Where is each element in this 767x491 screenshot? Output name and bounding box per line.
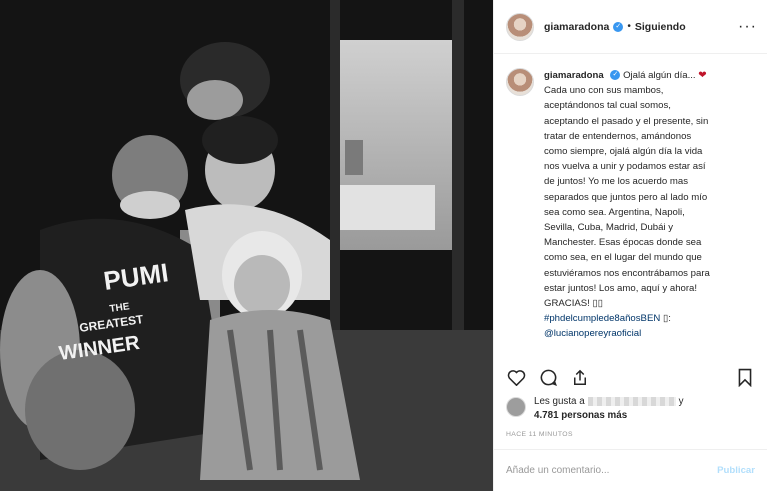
comment-box: Publicar	[494, 449, 767, 491]
caption-line: estar juntos! Los amo, aquí y ahora!	[544, 282, 698, 294]
follow-status-button[interactable]: Siguiendo	[635, 21, 686, 33]
likes-summary: Les gusta a y 4.781 personas más	[506, 395, 757, 423]
caption-line: como siempre, ojalá algún día la vida	[544, 146, 703, 158]
caption-line: Manchester. Esas épocas donde sea	[544, 237, 702, 249]
caption-line: aceptando el pasado y el presente, sin	[544, 115, 709, 127]
liker-avatar[interactable]	[506, 397, 526, 417]
caption-line: tratar de entendernos, amándonos	[544, 130, 692, 142]
likes-count[interactable]: 4.781	[534, 410, 559, 421]
heart-emoji-icon: ❤	[698, 70, 707, 81]
hashtag-link[interactable]: #phdelcumplede8añosBEN	[544, 313, 660, 324]
author-avatar[interactable]	[506, 12, 534, 41]
author-username[interactable]: giamaradona	[544, 21, 609, 33]
caption-line: Cada uno con sus mambos,	[544, 85, 664, 97]
caption-line: separados que juntos pero al lado mío	[544, 191, 708, 203]
caption-line: sea como sea. Argentina, Napoli,	[544, 206, 685, 218]
header-separator: •	[627, 21, 631, 32]
caption-line: aceptándonos tal cual somos,	[544, 100, 671, 112]
comment-input[interactable]	[506, 465, 718, 476]
post-header: giamaradona ✓ • Siguiendo ···	[494, 0, 767, 54]
caption-author-avatar[interactable]	[506, 68, 534, 96]
heart-outline-icon[interactable]	[506, 367, 526, 387]
caption-body: giamaradona ✓ Ojalá algún día... ❤ Cada …	[544, 68, 756, 342]
post-timestamp[interactable]: HACE 11 MINUTOS	[506, 431, 573, 438]
blurred-username[interactable]	[587, 396, 676, 406]
publish-button[interactable]: Publicar	[717, 465, 755, 476]
caption-line: Sevilla, Cuba, Madrid, Dubái y	[544, 222, 674, 234]
post-photo[interactable]: PUMI THE GREATEST WINNER	[0, 0, 493, 491]
caption-username[interactable]: giamaradona	[544, 70, 604, 81]
caption-first-line: Ojalá algún día...	[623, 70, 696, 81]
likes-text: Les gusta a y 4.781 personas más	[534, 395, 684, 423]
caption-line: de juntos! Yo me los acuerdo mas	[544, 176, 688, 188]
caption-line: como sea, en el lugar del mundo que	[544, 252, 702, 264]
instagram-post-view: PUMI THE GREATEST WINNER giamaradona ✓ •…	[0, 0, 767, 491]
caption-line: GRACIAS! ▯▯	[544, 298, 604, 310]
caption-line: nos vuelva a unir y podamos estar así	[544, 161, 706, 173]
comment-icon[interactable]	[538, 367, 558, 387]
likes-prefix: Les gusta a	[534, 396, 585, 407]
bookmark-icon[interactable]	[735, 367, 755, 387]
mention-link[interactable]: @lucianopereyraoficial	[544, 328, 641, 339]
hashtag-suffix: ▯:	[660, 313, 671, 325]
ellipsis-icon[interactable]: ···	[738, 18, 757, 34]
likes-suffix: y	[678, 396, 684, 407]
verified-badge-icon: ✓	[613, 21, 624, 32]
post-actions	[506, 363, 755, 391]
post-caption: giamaradona ✓ Ojalá algún día... ❤ Cada …	[506, 68, 757, 342]
share-icon[interactable]	[570, 367, 590, 387]
post-image: PUMI THE GREATEST WINNER	[0, 0, 493, 491]
verified-badge-icon: ✓	[610, 70, 621, 81]
post-side-panel: giamaradona ✓ • Siguiendo ··· giamaradon…	[493, 0, 767, 491]
caption-line: estuviéramos nos encontrábamos para	[544, 267, 710, 279]
likes-count-label[interactable]: personas más	[561, 410, 627, 421]
